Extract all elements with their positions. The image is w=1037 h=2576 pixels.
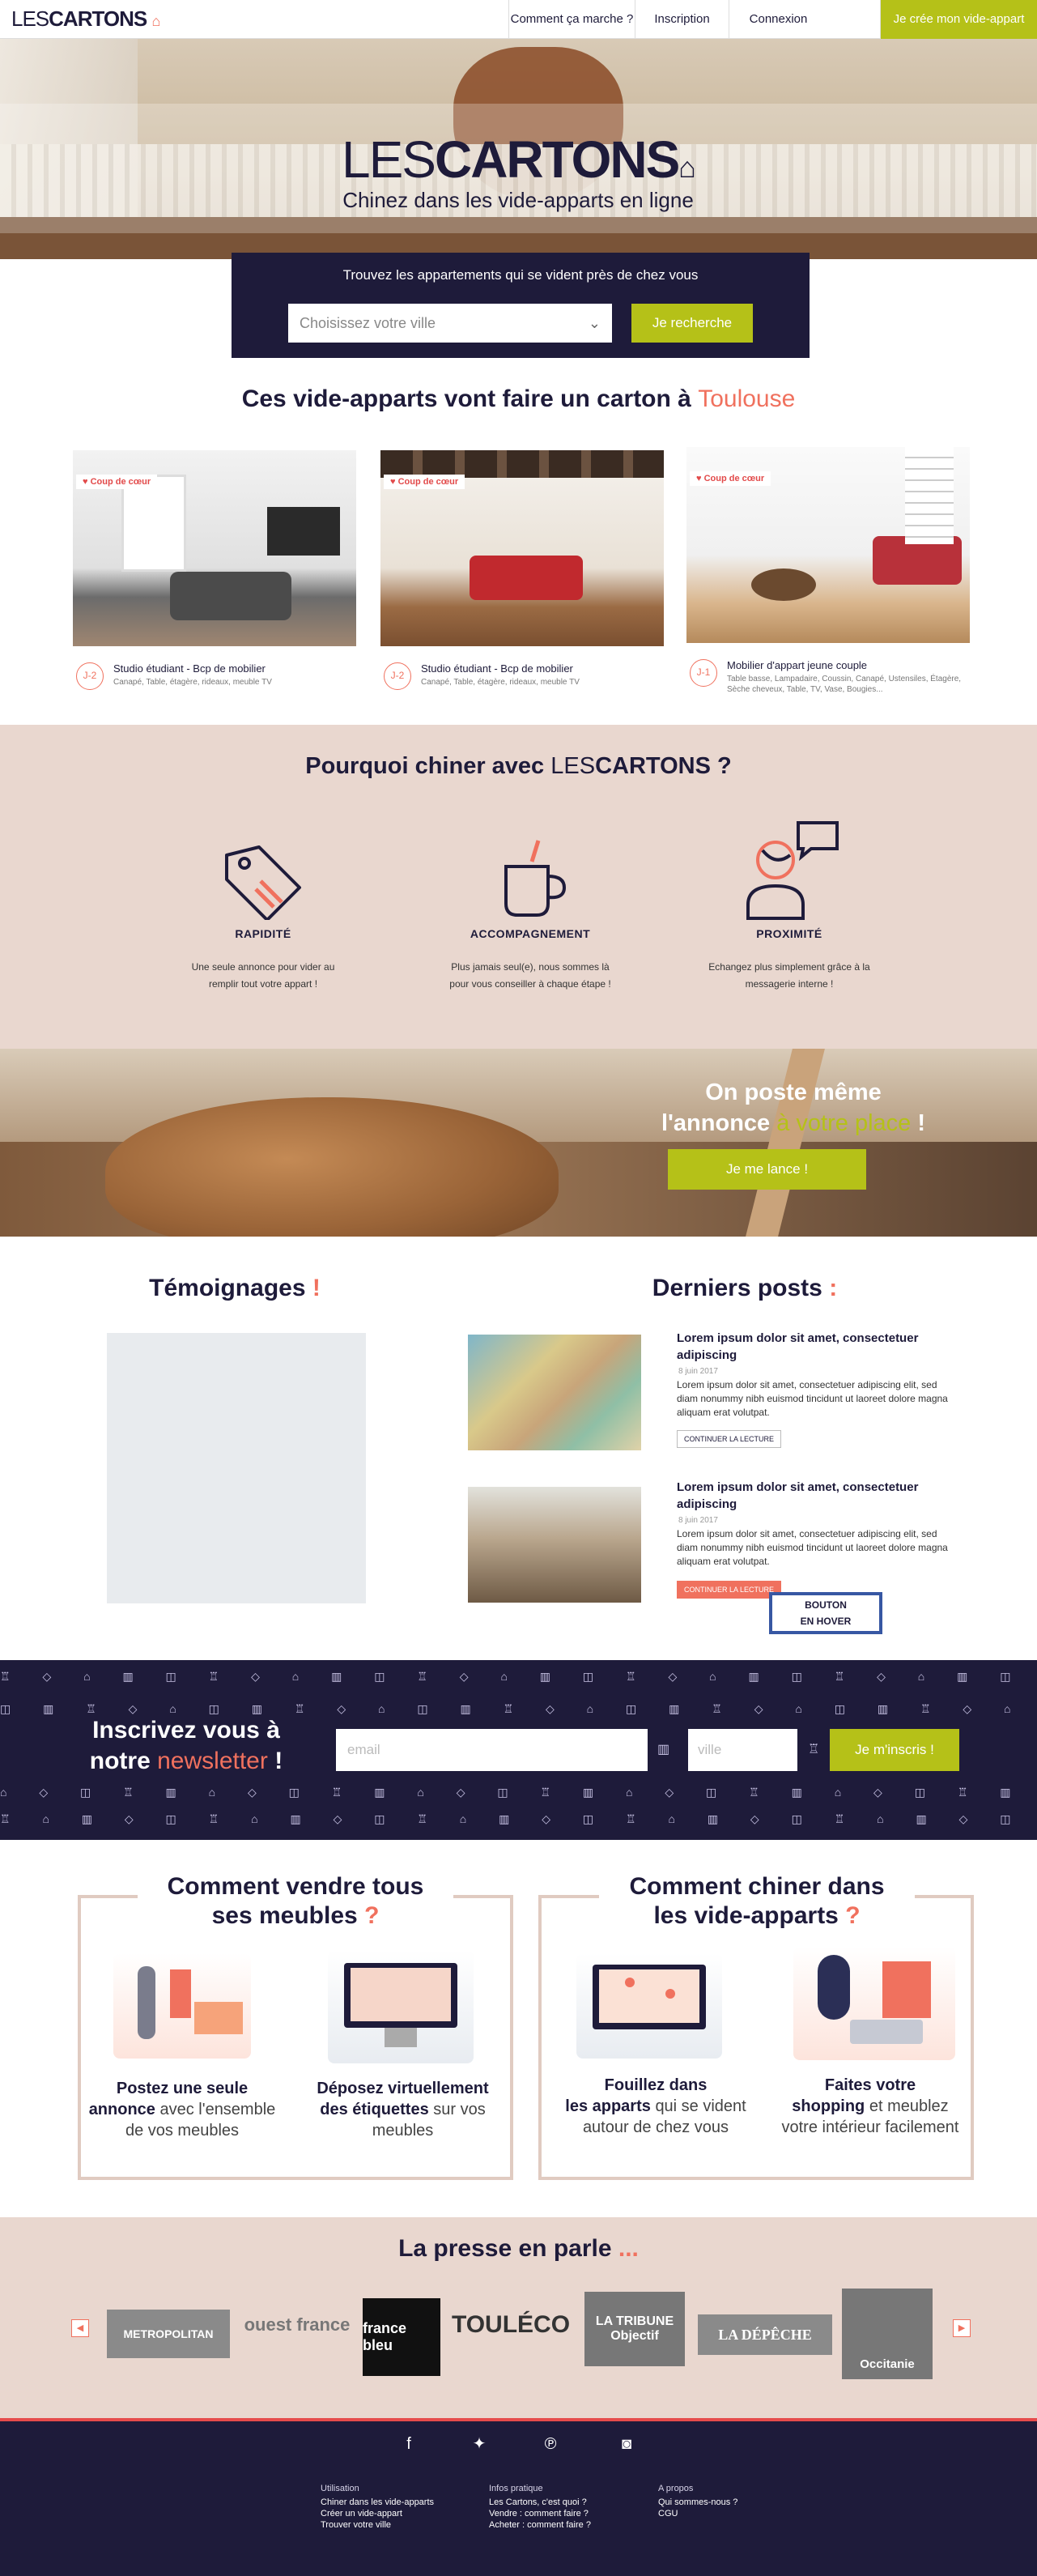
days-left-badge: J-2 — [76, 662, 104, 690]
buy-illustration-1 — [576, 1953, 722, 2059]
search-button[interactable]: Je recherche — [631, 304, 753, 343]
nav-how-it-works[interactable]: Comment ça marche ? — [508, 0, 635, 39]
press-title: La presse en parle ... — [398, 2235, 639, 2262]
testimonials-title: Témoignages ! — [149, 1275, 321, 1301]
days-left-badge: J-1 — [690, 659, 717, 687]
email-input[interactable]: email — [336, 1729, 648, 1771]
site-logo[interactable]: LESCARTONS ⌂ — [11, 6, 160, 32]
hover-annotation: BOUTON EN HOVER — [769, 1592, 882, 1634]
footer-link[interactable]: Acheter : comment faire ? — [489, 2519, 651, 2531]
chevron-down-icon: ⌄ — [588, 315, 601, 331]
pinterest-icon[interactable]: ℗ — [541, 2434, 560, 2454]
why-item-title: ACCOMPAGNEMENT — [470, 927, 591, 940]
footer-link[interactable]: Les Cartons, c'est quoi ? — [489, 2497, 651, 2508]
price-tag-icon — [225, 845, 301, 920]
how-buy-step: Fouillez dans les apparts qui se vident a… — [565, 2076, 746, 2136]
press-logo-france-bleu[interactable]: france bleu — [363, 2298, 440, 2376]
how-sell-title: Comment vendre tous ses meubles ? — [138, 1872, 453, 1931]
coffee-cup-icon — [504, 840, 567, 917]
listing-card[interactable]: ♥ Coup de cœur J-2 Studio étudiant - Bcp… — [380, 450, 664, 693]
how-sell-step: Postez une seule annonce avec l'ensemble … — [88, 2080, 276, 2140]
start-button[interactable]: Je me lance ! — [668, 1149, 866, 1190]
sell-illustration-2 — [328, 1950, 474, 2063]
why-item-text: Echangez plus simplement grâce à la mess… — [708, 961, 870, 990]
promo-title: On poste même l'annonce à votre place ! — [661, 1079, 926, 1136]
building-icon: ▥ — [657, 1743, 670, 1756]
how-sell-step: Déposez virtuellement des étiquettes sur … — [317, 2080, 489, 2140]
press-logo-la-depeche[interactable]: LA DÉPÊCHE — [698, 2314, 832, 2355]
press-logo-touleco[interactable]: TOULÉCO — [450, 2298, 572, 2352]
read-more-button-hover[interactable]: CONTINUER LA LECTURE — [677, 1581, 782, 1599]
listing-card[interactable]: ♥ Coup de cœur J-1 Mobilier d'appart jeu… — [686, 447, 970, 694]
why-title: Pourquoi chiner avec LESCARTONS ? — [305, 753, 732, 779]
listing-title[interactable]: Studio étudiant - Bcp de mobilier — [113, 662, 356, 675]
lamp-icon: ♖ — [808, 1743, 820, 1756]
search-title: Trouvez les appartements qui se vident p… — [342, 267, 699, 283]
newsletter-title: Inscrivez vous à notre newsletter ! — [89, 1717, 283, 1774]
days-left-badge: J-2 — [384, 662, 411, 690]
post-date: 8 juin 2017 — [678, 1516, 718, 1525]
furniture-pattern: ♖ ⌂ ▥ ◇ ◫ ♖ ⌂ ▥ ◇ ◫ ♖ ⌂ ▥ ◇ ◫ ♖ ⌂ ▥ ◇ ◫ … — [0, 1812, 1037, 1825]
press-logo-metropolitan[interactable]: METROPOLITAN — [107, 2310, 230, 2358]
city-input[interactable]: ville — [688, 1729, 797, 1771]
facebook-icon[interactable]: f — [399, 2434, 419, 2454]
posts-title: Derniers posts : — [652, 1275, 838, 1301]
post-thumbnail-room[interactable] — [468, 1487, 641, 1603]
carousel-prev-arrow[interactable]: ◀ — [71, 2319, 89, 2337]
favorite-badge: ♥ Coup de cœur — [384, 475, 465, 489]
footer-link[interactable]: Vendre : comment faire ? — [489, 2508, 651, 2519]
footer-link[interactable]: Trouver votre ville — [321, 2519, 482, 2531]
buy-illustration-2 — [793, 1947, 955, 2060]
footer-col-usage: Utilisation Chiner dans les vide-apparts… — [321, 2483, 482, 2531]
listings-title: Ces vide-apparts vont faire un carton à … — [241, 385, 796, 412]
furniture-pattern: ⌂ ◇ ◫ ♖ ▥ ⌂ ◇ ◫ ♖ ▥ ⌂ ◇ ◫ ♖ ▥ ⌂ ◇ ◫ ♖ ▥ … — [0, 1786, 1037, 1799]
footer-link[interactable]: Chiner dans les vide-apparts — [321, 2497, 482, 2508]
press-logo-occitanie[interactable]: Occitanie — [842, 2289, 933, 2379]
instagram-icon[interactable]: ◙ — [617, 2434, 636, 2454]
post-title[interactable]: Lorem ipsum dolor sit amet, consectetuer… — [677, 1479, 952, 1513]
person-chat-icon — [746, 821, 839, 920]
hero-logo: LESCARTONS⌂ — [342, 130, 696, 189]
how-buy-title: Comment chiner dans les vide-apparts ? — [599, 1872, 915, 1931]
nav-create-sale-button[interactable]: Je crée mon vide-appart — [880, 0, 1037, 39]
carousel-next-arrow[interactable]: ▶ — [953, 2319, 971, 2337]
furniture-pattern: ♖ ◇ ⌂ ▥ ◫ ♖ ◇ ⌂ ▥ ◫ ♖ ◇ ⌂ ▥ ◫ ♖ ◇ ⌂ ▥ ◫ … — [0, 1670, 1037, 1683]
footer-link[interactable]: Qui sommes-nous ? — [658, 2497, 820, 2508]
why-item-title: PROXIMITÉ — [756, 927, 822, 940]
city-select[interactable]: Choisissez votre ville ⌄ — [288, 304, 612, 343]
post-text: Lorem ipsum dolor sit amet, consectetuer… — [677, 1528, 948, 1567]
listing-desc: Table basse, Lampadaire, Coussin, Canapé… — [727, 675, 962, 694]
footer-col-about: A propos Qui sommes-nous ? CGU — [658, 2483, 820, 2519]
testimonial-placeholder — [107, 1333, 366, 1603]
listing-desc: Canapé, Table, étagère, rideaux, meuble … — [421, 678, 580, 687]
how-buy-step: Faites votre shopping et meublez votre in… — [781, 2076, 959, 2136]
press-logo-tribune[interactable]: LA TRIBUNE Objectif — [584, 2292, 685, 2366]
favorite-badge: ♥ Coup de cœur — [690, 471, 771, 486]
footer-link[interactable]: CGU — [658, 2508, 820, 2519]
post-thumbnail-map[interactable] — [468, 1335, 641, 1450]
post-date: 8 juin 2017 — [678, 1367, 718, 1376]
why-item-text: Une seule annonce pour vider au remplir … — [191, 961, 335, 990]
hero-tagline: Chinez dans les vide-apparts en ligne — [342, 188, 694, 212]
listing-desc: Canapé, Table, étagère, rideaux, meuble … — [113, 678, 272, 687]
read-more-button[interactable]: CONTINUER LA LECTURE — [677, 1430, 782, 1448]
footer-col-info: Infos pratique Les Cartons, c'est quoi ?… — [489, 2483, 651, 2531]
why-item-title: RAPIDITÉ — [235, 927, 291, 940]
listing-title[interactable]: Mobilier d'appart jeune couple — [727, 659, 970, 671]
listing-card[interactable]: ♥ Coup de cœur J-2 Studio étudiant - Bcp… — [73, 450, 356, 693]
favorite-badge: ♥ Coup de cœur — [76, 475, 158, 489]
listing-title[interactable]: Studio étudiant - Bcp de mobilier — [421, 662, 664, 675]
subscribe-button[interactable]: Je m'inscris ! — [830, 1729, 959, 1771]
press-logo-ouest-france[interactable]: ouest france — [243, 2298, 351, 2352]
nav-register[interactable]: Inscription — [635, 0, 729, 39]
twitter-icon[interactable]: ✦ — [470, 2434, 489, 2454]
post-title[interactable]: Lorem ipsum dolor sit amet, consectetuer… — [677, 1330, 952, 1364]
why-item-text: Plus jamais seul(e), nous sommes là pour… — [449, 961, 611, 990]
sell-illustration-1 — [113, 1953, 251, 2059]
footer-link[interactable]: Créer un vide-appart — [321, 2508, 482, 2519]
nav-login[interactable]: Connexion — [729, 0, 827, 39]
post-text: Lorem ipsum dolor sit amet, consectetuer… — [677, 1379, 948, 1418]
